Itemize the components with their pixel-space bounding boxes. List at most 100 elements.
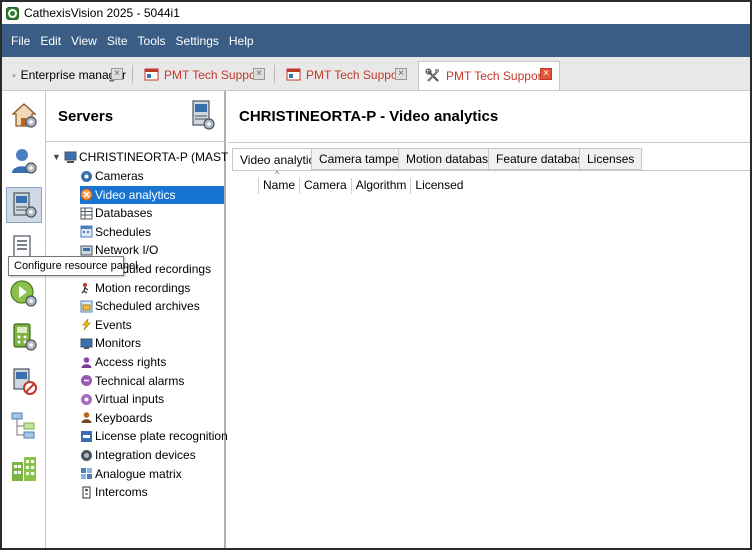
server-settings-icon <box>192 100 215 130</box>
tree-item-label: Integration devices <box>95 448 196 462</box>
tab-licenses[interactable]: Licenses <box>579 148 643 170</box>
close-icon[interactable]: × <box>111 68 123 80</box>
tree-item-access-rights[interactable]: Access rights <box>80 353 224 371</box>
tab-label: PMT Tech Support <box>446 69 545 83</box>
cathexis-logo-icon <box>6 6 19 20</box>
access-rights-icon <box>81 356 92 368</box>
main-content: CHRISTINEORTA-P - Video analytics Video … <box>228 91 750 548</box>
hierarchy-button[interactable] <box>6 407 42 443</box>
play-settings-icon <box>10 280 37 307</box>
header-divider <box>228 142 750 143</box>
column-camera[interactable]: Camera <box>299 178 351 194</box>
servers-panel-header: Servers <box>46 91 224 142</box>
tree-item-integration-devices[interactable]: Integration devices <box>80 446 224 464</box>
devices-button[interactable] <box>6 319 42 355</box>
tree-item-events[interactable]: Events <box>80 316 224 334</box>
menu-bar: File Edit View Site Tools Settings Help <box>2 24 750 57</box>
tree-item-license-plate-recognition[interactable]: License plate recognition <box>80 427 228 445</box>
tree-root-server[interactable]: ▼ CHRISTINEORTA-P (MASTER) <box>52 148 249 166</box>
tree-item-scheduled-archives[interactable]: Scheduled archives <box>80 297 224 315</box>
menu-help[interactable]: Help <box>224 24 259 57</box>
home-button[interactable] <box>6 97 42 133</box>
tree-item-label: Access rights <box>95 355 167 369</box>
server-icon <box>64 151 77 163</box>
technical-alarm-icon <box>81 375 92 387</box>
tree-item-keyboards[interactable]: Keyboards <box>80 409 224 427</box>
tab-pmt-tech-support-2[interactable]: PMT Tech Support × <box>280 62 410 87</box>
tab-camera-tamper[interactable]: Camera tamper <box>311 148 411 170</box>
menu-tools[interactable]: Tools <box>133 24 171 57</box>
video-analytics-icon <box>80 188 93 201</box>
tab-enterprise-manager[interactable]: Enterprise manager × <box>6 62 126 87</box>
motion-recording-icon <box>81 283 89 294</box>
menu-view[interactable]: View <box>66 24 102 57</box>
network-io-icon <box>80 245 93 256</box>
menu-settings[interactable]: Settings <box>171 24 224 57</box>
buildings-icon <box>12 457 36 481</box>
tooltip: Configure resource panel <box>8 256 138 276</box>
tree-item-intercoms[interactable]: Intercoms <box>80 483 224 501</box>
tree-item-schedules[interactable]: Schedules <box>80 223 224 241</box>
close-icon[interactable]: × <box>540 68 552 80</box>
window-title: CathexisVision 2025 - 5044i1 <box>24 6 180 20</box>
tab-label: PMT Tech Support <box>164 67 263 82</box>
tree-item-video-analytics[interactable]: Video analytics <box>80 185 224 204</box>
event-icon <box>82 319 91 331</box>
table-header: Name Camera Algorithm Licensed <box>258 174 467 194</box>
close-icon[interactable]: × <box>253 68 265 80</box>
database-icon <box>80 207 93 220</box>
servers-button[interactable] <box>6 187 42 223</box>
app-window: CathexisVision 2025 - 5044i1 File Edit V… <box>0 0 752 550</box>
alarms-button[interactable] <box>6 363 42 399</box>
virtual-input-icon <box>81 393 92 405</box>
servers-panel-title: Servers <box>58 108 114 125</box>
tree-item-label: Virtual inputs <box>95 392 165 407</box>
device-settings-icon <box>13 323 37 351</box>
tree-item-virtual-inputs[interactable]: Virtual inputs <box>80 390 224 408</box>
menu-edit[interactable]: Edit <box>35 24 66 57</box>
analogue-matrix-icon <box>81 468 92 480</box>
column-name[interactable]: Name <box>258 178 299 194</box>
site-view-icon <box>144 68 159 81</box>
tree-root-label: CHRISTINEORTA-P (MASTER) <box>79 150 250 164</box>
tree-item-label: Keyboards <box>95 410 153 425</box>
tree-item-label: Technical alarms <box>95 373 185 388</box>
tree-item-label: Databases <box>95 206 153 221</box>
integration-device-icon <box>81 449 92 461</box>
close-icon[interactable]: × <box>395 68 407 80</box>
scheduled-archive-icon <box>80 300 93 313</box>
tree-item-databases[interactable]: Databases <box>80 204 224 222</box>
tree-item-label: Video analytics <box>95 187 176 202</box>
tab-separator <box>274 65 275 83</box>
sites-button[interactable] <box>6 451 42 487</box>
menu-site[interactable]: Site <box>102 24 133 57</box>
tree-item-label: Analogue matrix <box>95 466 182 481</box>
tab-pmt-tech-support-1[interactable]: PMT Tech Support × <box>138 62 268 87</box>
tree-item-motion-recordings[interactable]: Motion recordings <box>80 279 224 297</box>
column-licensed[interactable]: Licensed <box>410 178 467 194</box>
tab-pmt-tech-support-3[interactable]: PMT Tech Support × <box>418 61 560 90</box>
title-bar: CathexisVision 2025 - 5044i1 <box>2 2 750 24</box>
hierarchy-icon <box>11 412 35 439</box>
lpr-icon <box>81 430 92 442</box>
server-settings-icon <box>13 192 37 218</box>
tree-item-label: Events <box>95 317 132 332</box>
keyboard-icon <box>81 412 92 424</box>
document-tab-bar: Enterprise manager × PMT Tech Support × … <box>2 57 750 91</box>
configure-resource-panel-button[interactable] <box>190 99 216 134</box>
tree-item-label: Motion recordings <box>95 280 191 295</box>
tree-item-label: Intercoms <box>95 485 148 500</box>
users-button[interactable] <box>6 143 42 179</box>
tree-item-monitors[interactable]: Monitors <box>80 334 224 352</box>
camera-icon <box>81 170 92 182</box>
tree-item-analogue-matrix[interactable]: Analogue matrix <box>80 465 224 483</box>
column-algorithm[interactable]: Algorithm <box>350 178 411 194</box>
tree-item-cameras[interactable]: Cameras <box>80 167 224 185</box>
site-view-icon <box>286 68 301 81</box>
tree-item-technical-alarms[interactable]: Technical alarms <box>80 372 224 390</box>
chevron-down-icon[interactable]: ▼ <box>52 152 64 162</box>
menu-file[interactable]: File <box>6 24 35 57</box>
tree-item-label: Cameras <box>95 169 144 183</box>
playback-button[interactable] <box>6 275 42 311</box>
tab-separator <box>132 65 133 83</box>
